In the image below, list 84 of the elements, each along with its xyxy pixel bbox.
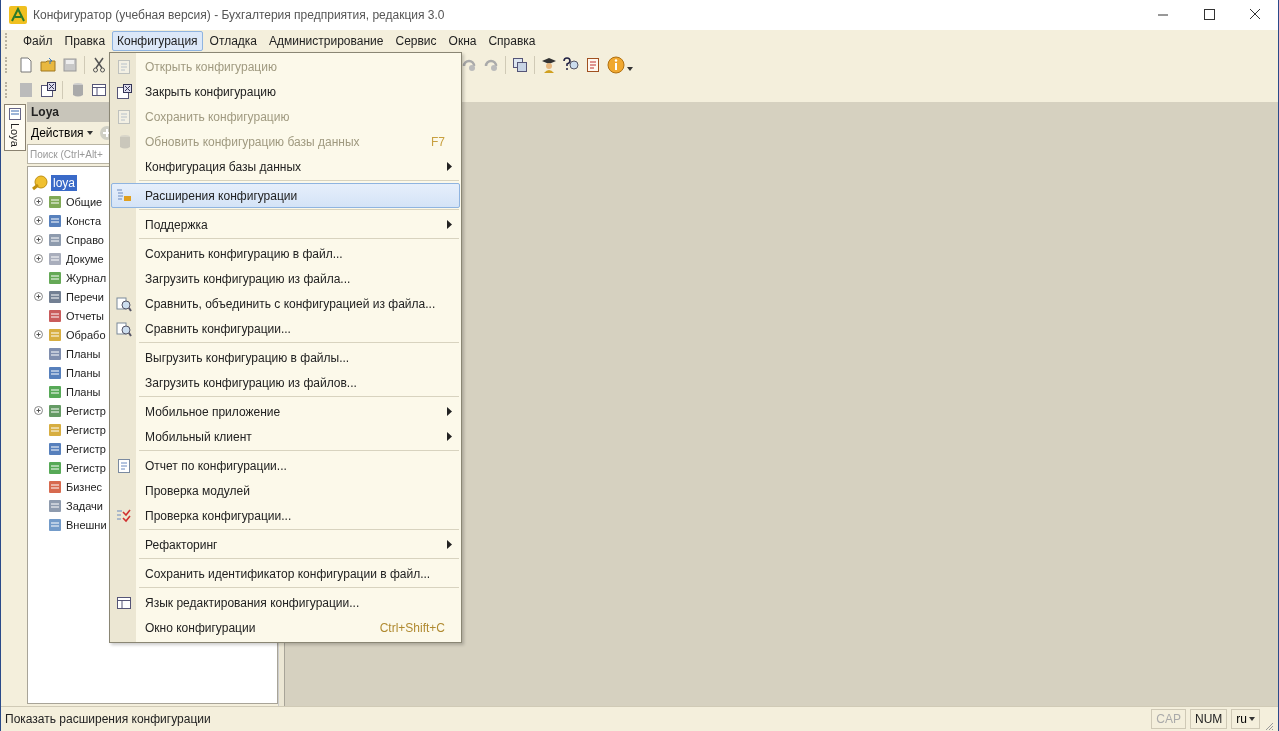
menu-item[interactable]: Расширения конфигурации [111, 183, 460, 208]
menu-bar-item[interactable]: Справка [483, 31, 541, 51]
tree-item[interactable]: Перечи [66, 290, 104, 303]
folder-icon[interactable] [40, 56, 56, 73]
menu-bar-item[interactable]: Конфигурация [112, 31, 203, 51]
menu-bar-item[interactable]: Администрирование [264, 31, 389, 51]
menu-item[interactable]: Мобильное приложение [111, 399, 460, 424]
document-icon [116, 457, 132, 474]
tree-item[interactable]: Регистр [66, 461, 106, 474]
tree-item[interactable]: Планы [66, 347, 101, 360]
magnifier-icon [116, 295, 132, 312]
expand-icon[interactable] [34, 216, 43, 225]
document-icon [116, 58, 132, 75]
expand-icon[interactable] [34, 254, 43, 263]
document-icon [116, 108, 132, 125]
menu-item[interactable]: Мобильный клиент [111, 424, 460, 449]
tree-item[interactable]: Планы [66, 366, 101, 379]
expand-icon[interactable] [34, 235, 43, 244]
menu-item[interactable]: Окно конфигурации Ctrl+Shift+C [111, 615, 460, 640]
menu-item[interactable]: Конфигурация базы данных [111, 154, 460, 179]
window-icon [116, 594, 132, 611]
menu-item[interactable]: Проверка модулей [111, 478, 460, 503]
status-indicator: CAP [1151, 709, 1186, 729]
menu-bar-item[interactable]: Файл [18, 31, 58, 51]
checkmark-icon [116, 507, 132, 524]
tree-item[interactable]: Докуме [66, 252, 104, 265]
info-icon[interactable] [607, 55, 625, 74]
menu-item[interactable]: Рефакторинг [111, 532, 460, 557]
tree-item[interactable]: Внешни [66, 518, 107, 531]
resize-grip-icon [1264, 721, 1274, 731]
tree-item[interactable]: Конста [66, 214, 102, 227]
status-indicator: NUM [1190, 709, 1228, 729]
close-file-icon [116, 83, 132, 100]
status-message: Показать расширения конфигурации [5, 712, 212, 726]
side-tab[interactable]: Loya [4, 104, 26, 151]
menu-item[interactable]: Загрузить конфигурацию из файла... [111, 266, 460, 291]
tree-item[interactable]: Журнал [66, 271, 107, 284]
menu-bar-item[interactable]: Окна [443, 31, 482, 51]
menu-item[interactable]: Сохранить идентификатор конфигурации в файл... [111, 561, 460, 586]
menu-item[interactable]: Сохранить конфигурацию в файл... [111, 241, 460, 266]
tree-item[interactable]: Бизнес [66, 480, 103, 493]
window-title: Конфигуратор (учебная версия) - Бухгалтерия предприятия, редакция 3.0 [33, 8, 446, 22]
graduate-icon[interactable] [541, 56, 557, 73]
menu-item[interactable]: Проверка конфигурации... [111, 503, 460, 528]
caret-icon [1249, 717, 1255, 721]
menu-bar-item[interactable]: Отладка [204, 31, 263, 51]
menu-item[interactable]: Загрузить конфигурацию из файлов... [111, 370, 460, 395]
tree-item[interactable]: Планы [66, 385, 101, 398]
tree-item[interactable]: Отчеты [66, 309, 105, 322]
caret-icon[interactable] [627, 66, 633, 71]
tree-item[interactable]: Обрабо [66, 328, 106, 341]
menu-item[interactable]: Сравнить конфигурации... [111, 316, 460, 341]
menu-bar-item[interactable]: Сервис [390, 31, 442, 51]
actions-button[interactable]: Действия [29, 126, 95, 140]
tree-item[interactable]: loya [51, 174, 77, 191]
scissors-icon[interactable] [91, 56, 107, 73]
tree-item[interactable]: Регистр [66, 442, 106, 455]
app-logo-icon [9, 6, 27, 24]
menu-item[interactable]: Выгрузить конфигурацию в файлы... [111, 345, 460, 370]
tree-item[interactable]: Регистр [66, 404, 106, 417]
magnifier-icon [116, 320, 132, 337]
expand-icon[interactable] [34, 330, 43, 339]
tree-item[interactable]: Справо [66, 233, 104, 246]
tree-item[interactable]: Задачи [66, 499, 103, 512]
menu-item[interactable]: Сравнить, объединить с конфигурацией из файла... [111, 291, 460, 316]
language-selector[interactable]: ru [1231, 709, 1260, 729]
close-file-icon[interactable] [40, 81, 56, 98]
expand-icon[interactable] [34, 197, 43, 206]
menu-bar-item[interactable]: Правка [59, 31, 111, 51]
tree-item[interactable]: Общие [66, 195, 103, 208]
key-icon [31, 174, 49, 191]
menu-item[interactable]: Поддержка [111, 212, 460, 237]
menu-item[interactable]: Отчет по конфигурации... [111, 453, 460, 478]
caret-icon [86, 131, 93, 135]
expand-icon[interactable] [34, 292, 43, 301]
document-icon[interactable] [585, 56, 601, 73]
help-search-icon[interactable] [563, 56, 579, 73]
tree-item[interactable]: Регистр [66, 423, 106, 436]
menu-item[interactable]: Язык редактирования конфигурации... [111, 590, 460, 615]
windows-icon[interactable] [512, 56, 528, 73]
table-icon[interactable] [91, 81, 107, 98]
tree-view-icon [9, 108, 21, 120]
expand-icon[interactable] [34, 406, 43, 415]
menu-item[interactable]: Закрыть конфигурацию [111, 79, 460, 104]
